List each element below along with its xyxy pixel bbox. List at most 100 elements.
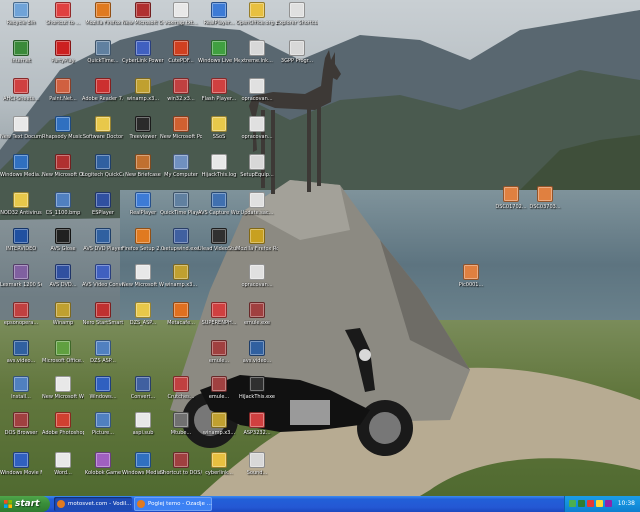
desktop-icon[interactable]: emule.exe (236, 302, 278, 342)
security-alert-icon[interactable] (587, 500, 594, 507)
desktop-icon[interactable]: Windows Media... (0, 154, 42, 194)
desktop-icon[interactable]: cyberlink... (198, 452, 240, 492)
antivirus-icon[interactable] (578, 500, 585, 507)
desktop-icon[interactable]: AVS DVD Player (82, 228, 124, 268)
desktop-icon[interactable]: Microsoft Office... (42, 340, 84, 380)
desktop-icon[interactable]: xtreme.lnk... (236, 40, 278, 80)
desktop-icon[interactable]: setupwind.exe (160, 228, 202, 268)
desktop-icon[interactable]: Windows Movie Maker (0, 452, 42, 492)
desktop-icon[interactable]: AVS Glose (42, 228, 84, 268)
desktop-icon[interactable]: Sound... (236, 452, 278, 492)
volume-icon[interactable] (596, 500, 603, 507)
desktop-icon[interactable]: AVS Capture Wizard (198, 192, 240, 232)
desktop-icon[interactable]: SSoS (198, 116, 240, 156)
desktop-icon[interactable]: ESPlayer (82, 192, 124, 232)
desktop-icon[interactable]: CutePDF... (160, 40, 202, 80)
desktop-icon[interactable]: winamp.x3... (160, 264, 202, 304)
desktop-icon[interactable]: Mozilla Firefox (82, 2, 124, 42)
desktop-icon[interactable]: Paint.Net... (42, 78, 84, 118)
desktop-icon[interactable]: DZS ASP... (82, 340, 124, 380)
desktop-icon[interactable]: Kolobok Game (82, 452, 124, 492)
desktop-icon[interactable]: PartyPlay (42, 40, 84, 80)
desktop-icon[interactable]: Update.sac... (236, 192, 278, 232)
desktop-icon[interactable]: New Microsoft PowerPoint... (160, 116, 202, 156)
desktop-icon[interactable]: New Microsoft Word Docum... (122, 264, 164, 304)
desktop-icon[interactable]: New Briefcase (122, 154, 164, 194)
desktop-icon[interactable]: New Text Document (0, 116, 42, 156)
desktop-icon[interactable]: Logitech QuickCam... (82, 154, 124, 194)
desktop-icon[interactable]: OpenOffice.org 2.0... (236, 2, 278, 42)
desktop-icon[interactable]: HiJackThis.exe (236, 376, 278, 416)
network-icon[interactable] (569, 500, 576, 507)
desktop-icon[interactable]: DOS Browser (0, 412, 42, 452)
desktop-icon[interactable]: NOD32 Antivirus (0, 192, 42, 232)
desktop-icon[interactable]: Windows Media Player (122, 452, 164, 492)
desktop-icon[interactable]: Firefox Setup 2.0.exe (122, 228, 164, 268)
desktop-icon[interactable]: SetupEquip... (236, 154, 278, 194)
taskbar-window-motosvet[interactable]: motosvet.com - Vodil... (54, 497, 132, 511)
desktop-icon[interactable]: Metacafe... (160, 302, 202, 342)
desktop-icon[interactable]: Picture... (82, 412, 124, 452)
taskbar-window-poglej-temo[interactable]: Poglej temo - Ozadje ... (134, 497, 212, 511)
desktop-icon[interactable]: opracovan... (236, 78, 278, 118)
desktop-icon[interactable]: winamp.x3... (122, 78, 164, 118)
desktop-icon[interactable]: epsonopera... (0, 302, 42, 342)
desktop-icon[interactable]: Shortcut to ... (42, 2, 84, 42)
desktop-icon[interactable]: Windows Live Messenger (198, 40, 240, 80)
desktop-icon[interactable]: RealPlayer (122, 192, 164, 232)
desktop-icon[interactable]: Word... (42, 452, 84, 492)
desktop-icon[interactable]: Mtube... (160, 412, 202, 452)
desktop-icon[interactable]: Adobe Reader 7.0 (82, 78, 124, 118)
desktop-icon[interactable]: Treeviewer (122, 116, 164, 156)
desktop-icon[interactable]: SUPERENPH... (198, 302, 240, 342)
desktop-icon[interactable]: RealPlayer... (198, 2, 240, 42)
desktop-icon[interactable]: winamp.x3... (198, 412, 240, 452)
desktop-icon[interactable]: Convert... (122, 376, 164, 416)
desktop-icon[interactable]: ASP3232... (236, 412, 278, 452)
desktop-icon[interactable]: Crutches... (160, 376, 202, 416)
desktop-icon[interactable]: Lexmark 1200 Series... (0, 264, 42, 304)
desktop-icon[interactable]: CyberLink PowerDVD (122, 40, 164, 80)
desktop-icon[interactable]: emule... (198, 376, 240, 416)
desktop-icon[interactable]: win32.x3... (160, 78, 202, 118)
desktop-icon[interactable]: QuickTime Player (160, 192, 202, 232)
desktop-icon[interactable]: CS_1100.bmp (42, 192, 84, 232)
desktop-icon[interactable]: Adobe Photoshop... (42, 412, 84, 452)
desktop-icon[interactable]: New Microsoft Word Docum... (42, 376, 84, 416)
desktop-icon[interactable]: Install... (0, 376, 42, 416)
desktop-icon[interactable]: Nero StartSmart (82, 302, 124, 342)
desktop-icon[interactable]: New Microsoft Office Access (42, 154, 84, 194)
desktop-icon[interactable]: Pic0001... (450, 264, 492, 304)
desktop-icon[interactable]: avs.video... (236, 340, 278, 380)
desktop-icon[interactable]: avs.video... (0, 340, 42, 380)
desktop-icon[interactable]: HijackThis.log (198, 154, 240, 194)
desktop-icon[interactable]: 3GPP Progr... (276, 40, 318, 80)
desktop-icon[interactable]: AHCI-Sheets... (0, 78, 42, 118)
desktop-icon[interactable]: Windows... (82, 376, 124, 416)
desktop-icon[interactable]: Explorer Shortcut (276, 2, 318, 42)
desktop-icon[interactable]: opracovan... (236, 264, 278, 304)
desktop-icon[interactable]: AVS Video Converter (82, 264, 124, 304)
desktop-icon[interactable]: Ulead VideoStudio (198, 228, 240, 268)
desktop-icon[interactable]: Winamp (42, 302, 84, 342)
desktop-icon[interactable]: My Computer (160, 154, 202, 194)
desktop-icon[interactable]: emule... (198, 340, 240, 380)
desktop-icon[interactable]: Rhapsody Music Manag... (42, 116, 84, 156)
desktop-icon[interactable]: opracovan... (236, 116, 278, 156)
desktop-icon[interactable]: voxmap.txt... (160, 2, 202, 42)
desktop-icon[interactable]: DZS_ASP... (122, 302, 164, 342)
desktop-icon[interactable]: Flash Player... (198, 78, 240, 118)
start-button[interactable]: start (0, 496, 50, 512)
desktop-icon[interactable]: Software Doctor (82, 116, 124, 156)
desktop-icon[interactable]: AVS DVD... (42, 264, 84, 304)
desktop-icon[interactable]: New Microsoft Office Acc... (122, 2, 164, 42)
desktop-icon[interactable]: Shortcut to DOS/Games (160, 452, 202, 492)
desktop-icon[interactable]: Recycle Bin (0, 2, 42, 42)
desktop-icon[interactable]: Internet (0, 40, 42, 80)
desktop-icon[interactable]: DSC03703... (524, 186, 566, 226)
desktop-icon[interactable]: Mozilla Firefox Rosado (236, 228, 278, 268)
desktop-icon[interactable]: INTERVIDEO (0, 228, 42, 268)
messenger-tray-icon[interactable] (605, 500, 612, 507)
desktop-icon[interactable]: aspi.sub (122, 412, 164, 452)
desktop-icon[interactable]: QuickTime... (82, 40, 124, 80)
